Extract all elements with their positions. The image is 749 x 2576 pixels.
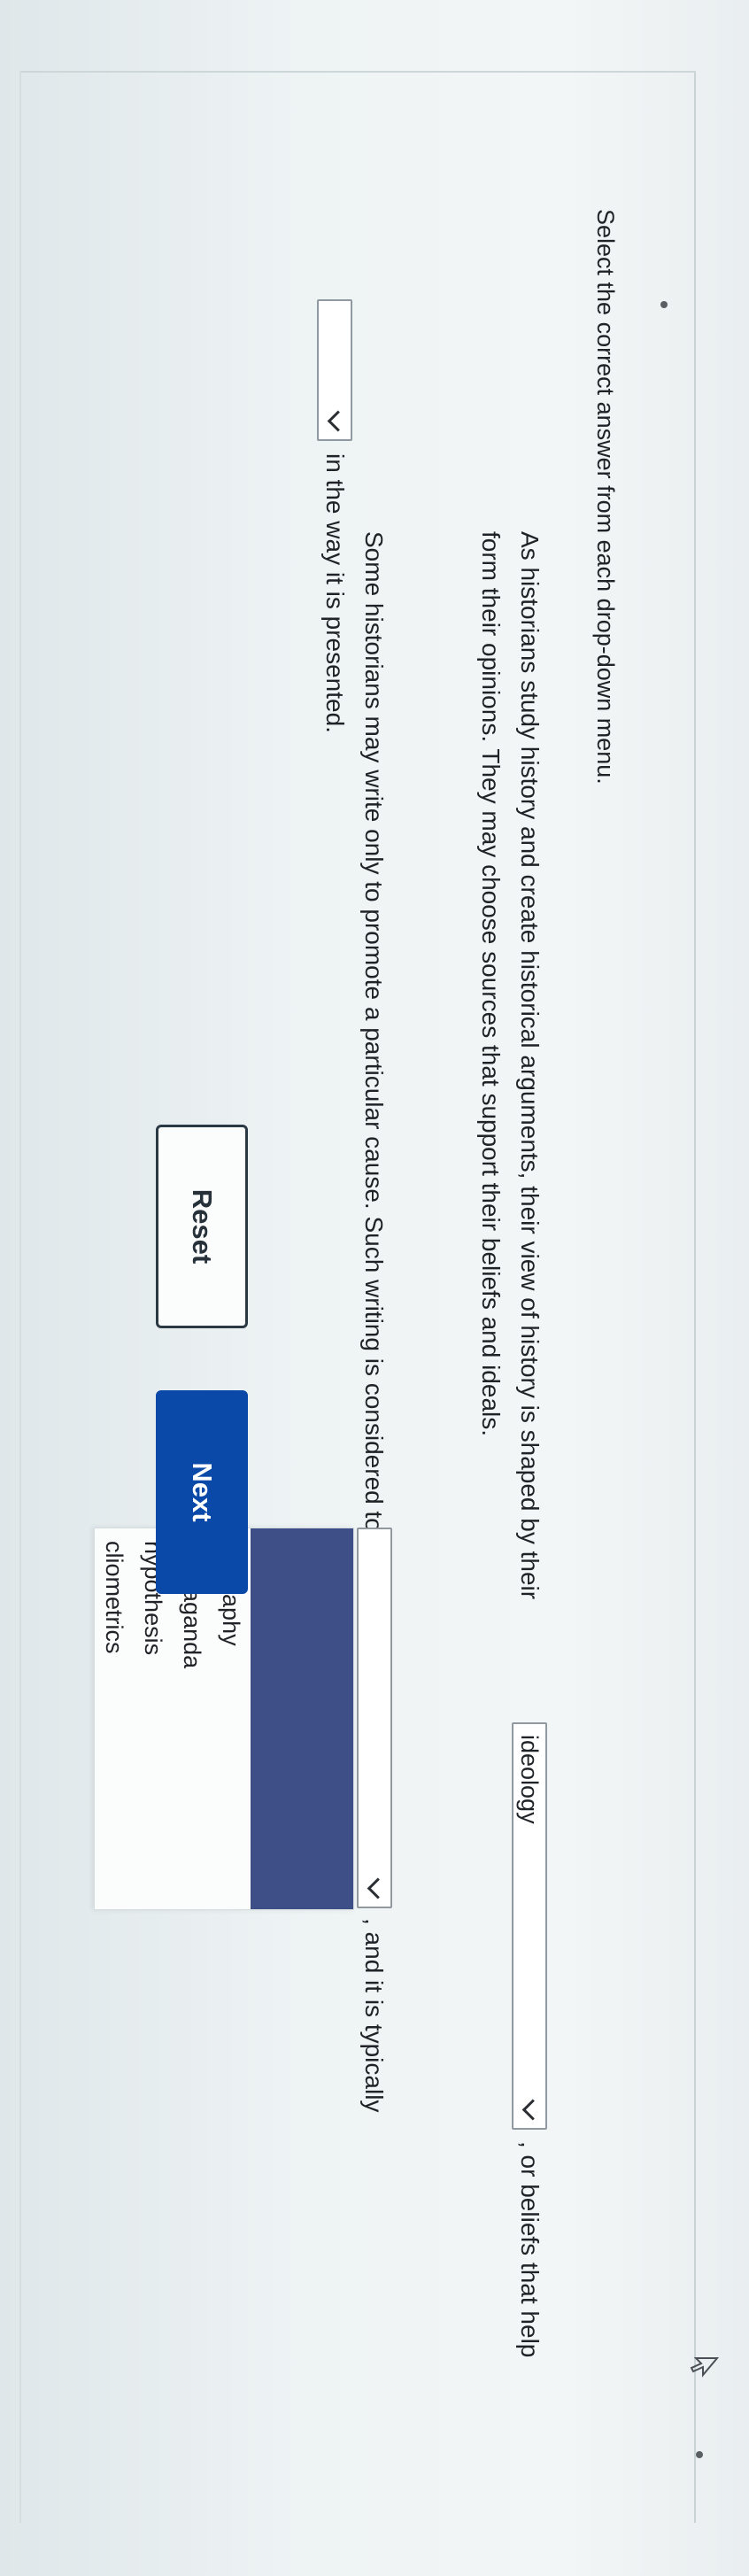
paragraph1-line2: form their opinions. They may choose sou…: [477, 531, 505, 1437]
paragraph2-line1: Some historians may write only to promot…: [360, 531, 388, 1566]
screen-dot: [660, 301, 668, 308]
dropdown-highlight[interactable]: [251, 1528, 353, 1909]
bottom-divider: [19, 71, 21, 2523]
chevron-down-icon: [328, 410, 350, 432]
dropdown-option-cliometrics[interactable]: cliometrics: [95, 1528, 134, 1909]
mouse-pointer-icon: [690, 2357, 719, 2378]
presentation-select[interactable]: [317, 299, 352, 441]
page: Select the correct answer from each drop…: [0, 0, 749, 2576]
reset-button[interactable]: Reset: [156, 1125, 248, 1328]
paragraph1-line1: As historians study history and create h…: [510, 531, 549, 1599]
paragraph2-after-select: , and it is typically: [360, 1918, 388, 2113]
paragraph1-after-select: , or beliefs that help: [516, 2141, 544, 2358]
ideology-select-value: ideology: [516, 1735, 544, 1824]
chevron-down-icon: [367, 1877, 390, 1899]
paragraph2-line2: in the way it is presented.: [321, 453, 349, 733]
chevron-down-icon: [522, 2099, 544, 2121]
cause-select[interactable]: [357, 1528, 392, 1908]
paragraph1-before-select: As historians study history and create h…: [516, 531, 544, 1600]
left-border: [21, 71, 696, 73]
screen-dot: [696, 2451, 703, 2458]
next-button[interactable]: Next: [156, 1390, 248, 1594]
ideology-select[interactable]: ideology: [512, 1722, 547, 2130]
top-divider: [694, 71, 696, 2523]
instruction-text: Select the correct answer from each drop…: [592, 209, 619, 785]
